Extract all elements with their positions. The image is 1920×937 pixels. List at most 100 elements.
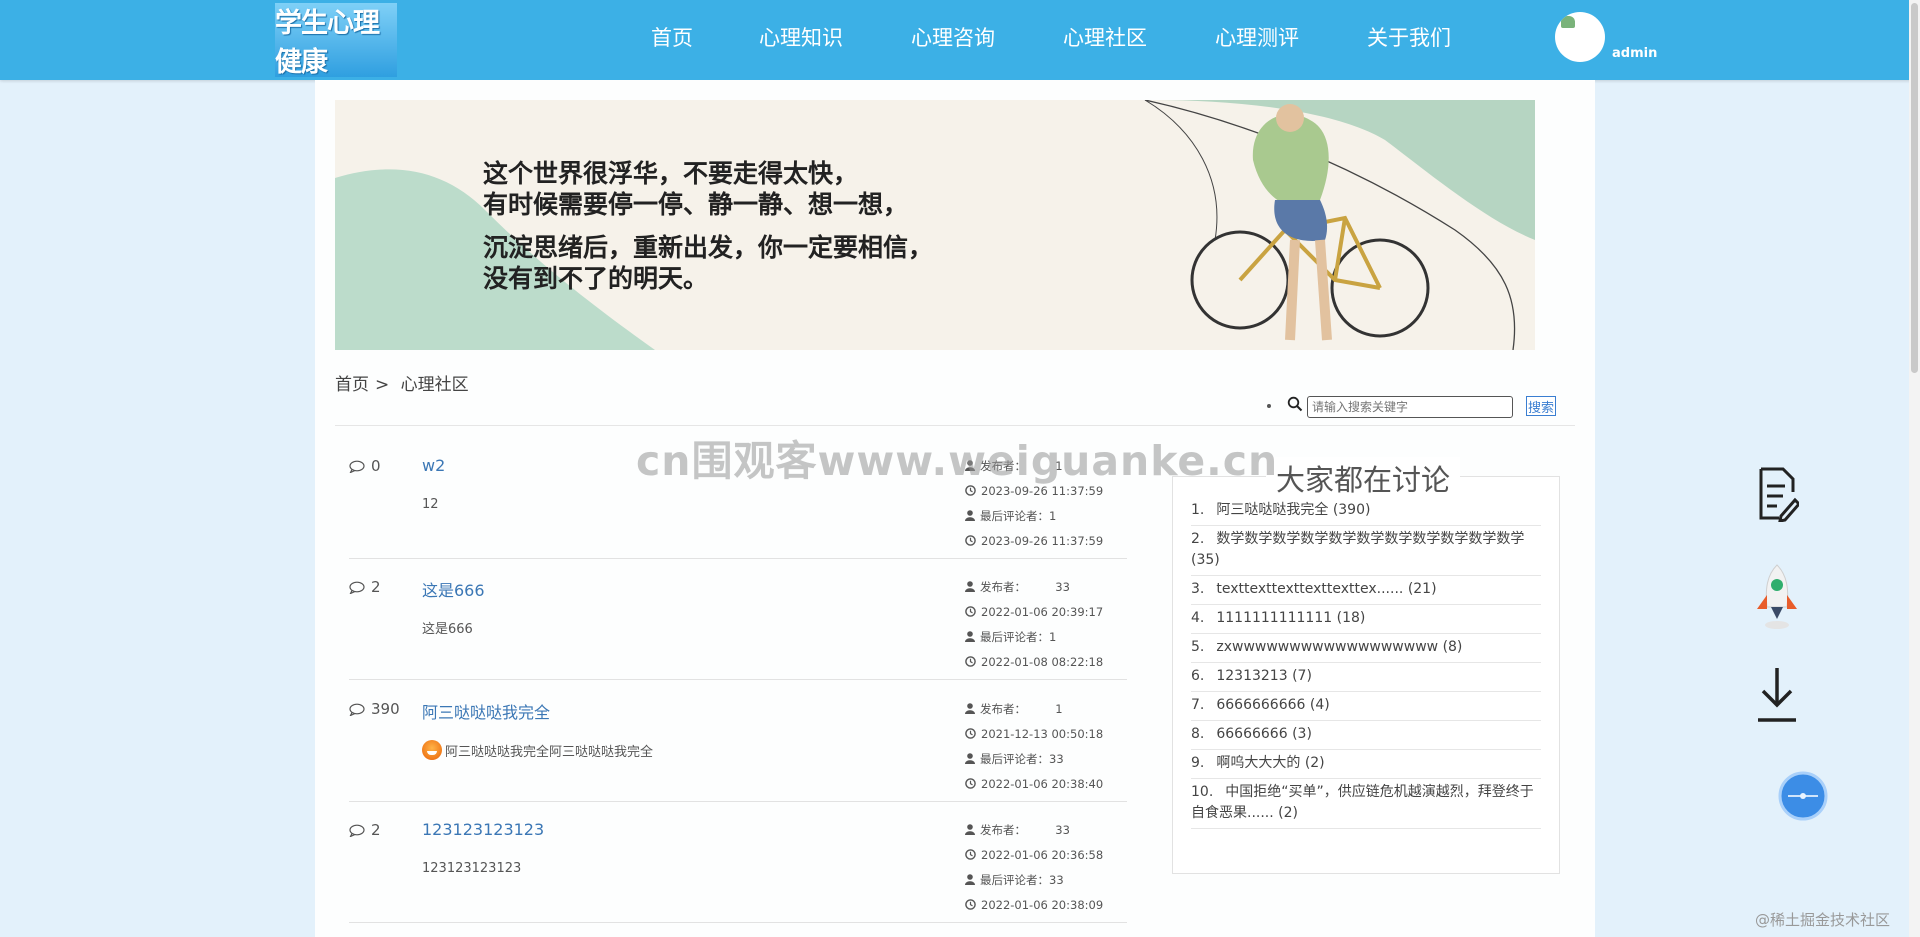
publisher-row: 发布者： 1 [965,696,1125,721]
banner: 这个世界很浮华，不要走得太快， 有时候需要停一停、静一静、想一想， 沉淀思绪后，… [335,100,1535,350]
rocket-icon[interactable] [1751,563,1803,629]
rank-title[interactable]: 中国拒绝“买单”，供应链危机越演越烈，拜登终于自食恶果...... [1191,784,1534,821]
last-commenter-row: 最后评论者： 1 [965,624,1125,649]
post-meta: 发布者： 33 2022-01-06 20:39:17 最后评论者： 1 2022… [965,574,1125,674]
username[interactable]: admin [1612,46,1657,61]
rank-title[interactable]: 6666666666 [1216,697,1305,713]
post-title-link[interactable]: 阿三哒哒哒我完全 [422,699,550,723]
discussion-item[interactable]: 2. 数学数学数学数学数学数学数学数学数学数学数学 (35) [1191,526,1541,576]
nav-consult[interactable]: 心理咨询 [911,22,995,52]
rank-title[interactable]: 66666666 [1216,726,1287,742]
last-comment-time: 2022-01-08 08:22:18 [981,654,1104,669]
rank-title[interactable]: texttexttexttexttexttex...... [1216,581,1403,597]
publisher-row: 发布者： 33 [965,574,1125,599]
rank-title[interactable]: 1111111111111 [1216,610,1332,626]
user-avatar[interactable] [1555,12,1605,62]
rank-number: 10. [1191,784,1214,800]
post-item: 390 阿三哒哒哒我完全 阿三哒哒哒我完全阿三哒哒哒我完全 发布者： 1 202… [349,680,1127,802]
breadcrumb-current: 心理社区 [400,375,469,395]
user-icon [965,824,975,835]
last-commenter-label: 最后评论者： [980,751,1049,766]
nav-assessment[interactable]: 心理测评 [1215,22,1299,52]
post-item: 2 123123123123 123123123123 发布者： 33 2022… [349,801,1127,923]
page-scrollbar[interactable] [1909,0,1920,937]
banner-line: 有时候需要停一停、静一静、想一想， [483,190,909,219]
discussion-item[interactable]: 4. 1111111111111 (18) [1191,605,1541,634]
rank-number: 2. [1191,531,1205,547]
rank-count: (18) [1336,610,1366,626]
rank-title[interactable]: 啊呜大大大的 [1216,755,1300,771]
discussion-item[interactable]: 9. 啊呜大大大的 (2) [1191,750,1541,779]
download-icon[interactable] [1756,664,1798,724]
nav-community[interactable]: 心理社区 [1063,22,1147,52]
discussion-item[interactable]: 3. texttexttexttexttexttex...... (21) [1191,576,1541,605]
rank-count: (35) [1191,552,1220,568]
post-title-link[interactable]: 123123123123 [422,820,544,839]
clock-icon [965,849,976,860]
post-title-link[interactable]: w2 [422,456,445,475]
publisher-label: 发布者： [980,701,1026,716]
nav-knowledge[interactable]: 心理知识 [759,22,843,52]
breadcrumb-home[interactable]: 首页 [335,375,369,395]
post-meta: 发布者： 33 2022-01-06 20:36:58 最后评论者： 33 202… [965,817,1125,917]
site-logo[interactable]: 学生心理健康 [275,3,397,78]
last-commenter-value: 33 [1049,751,1064,766]
comment-icon [349,460,365,473]
comment-icon [349,703,365,716]
breadcrumb: 首页 > 心理社区 [335,370,475,395]
last-comment-time-row: 2022-01-06 20:38:09 [965,892,1125,917]
rank-number: 1. [1191,502,1205,518]
user-icon [965,703,975,714]
user-icon [965,631,975,642]
post-comment-count: 2 [349,578,381,596]
divider [335,425,1575,426]
discussion-item[interactable]: 6. 12313213 (7) [1191,663,1541,692]
discussion-item[interactable]: 8. 66666666 (3) [1191,721,1541,750]
comment-count-value: 0 [371,457,381,475]
rank-title[interactable]: zxwwwwwwwwwwwwwwwwww [1216,639,1438,655]
last-commenter-value: 1 [1049,508,1057,523]
discussion-item[interactable]: 5. zxwwwwwwwwwwwwwwwwww (8) [1191,634,1541,663]
search-input[interactable] [1307,396,1513,418]
last-commenter-row: 最后评论者： 33 [965,746,1125,771]
discussion-title: 大家都在讨论 [1266,457,1461,499]
comment-count-value: 2 [371,821,381,839]
discussion-item[interactable]: 10. 中国拒绝“买单”，供应链危机越演越烈，拜登终于自食恶果...... (2) [1191,779,1541,829]
discussion-item[interactable]: 1. 阿三哒哒哒我完全 (390) [1191,497,1541,526]
publisher-label: 发布者： [980,579,1026,594]
rank-title[interactable]: 12313213 [1216,668,1287,684]
document-edit-icon[interactable] [1757,466,1799,522]
publisher-value: 33 [1055,579,1070,594]
back-to-top-icon[interactable] [1778,771,1828,821]
rank-number: 9. [1191,755,1205,771]
comment-icon [349,581,365,594]
comment-icon [349,824,365,837]
post-title-link[interactable]: 这是666 [422,577,485,601]
rank-number: 6. [1191,668,1205,684]
watermark: cn围观客www.weiguanke.cn [636,437,1279,485]
post-item: 2 这是666 这是666 发布者： 33 2022-01-06 20:39:1… [349,558,1127,680]
clock-icon [965,728,976,739]
search-button[interactable]: 搜索 [1526,396,1556,416]
emoji-icon [422,740,442,760]
published-time: 2022-01-06 20:39:17 [981,604,1104,619]
post-excerpt-text: 12 [422,497,439,512]
rank-title[interactable]: 阿三哒哒哒我完全 [1216,502,1328,518]
publisher-value: 1 [1055,701,1063,716]
last-comment-time: 2023-09-26 11:37:59 [981,533,1104,548]
clock-icon [965,656,976,667]
publisher-value: 33 [1055,822,1070,837]
post-excerpt-text: 123123123123 [422,861,522,876]
published-time: 2021-12-13 00:50:18 [981,726,1104,741]
banner-quote: 这个世界很浮华，不要走得太快， 有时候需要停一停、静一静、想一想， 沉淀思绪后，… [483,158,1203,306]
nav-about[interactable]: 关于我们 [1367,22,1451,52]
scrollbar-thumb[interactable] [1911,3,1918,373]
comment-count-value: 2 [371,578,381,596]
rank-title[interactable]: 数学数学数学数学数学数学数学数学数学数学数学 [1216,531,1524,547]
banner-line: 没有到不了的明天。 [483,264,709,293]
banner-line: 沉淀思绪后，重新出发，你一定要相信， [483,233,934,262]
user-icon [965,581,975,592]
post-comment-count: 0 [349,457,381,475]
discussion-item[interactable]: 7. 6666666666 (4) [1191,692,1541,721]
nav-home[interactable]: 首页 [651,22,693,52]
